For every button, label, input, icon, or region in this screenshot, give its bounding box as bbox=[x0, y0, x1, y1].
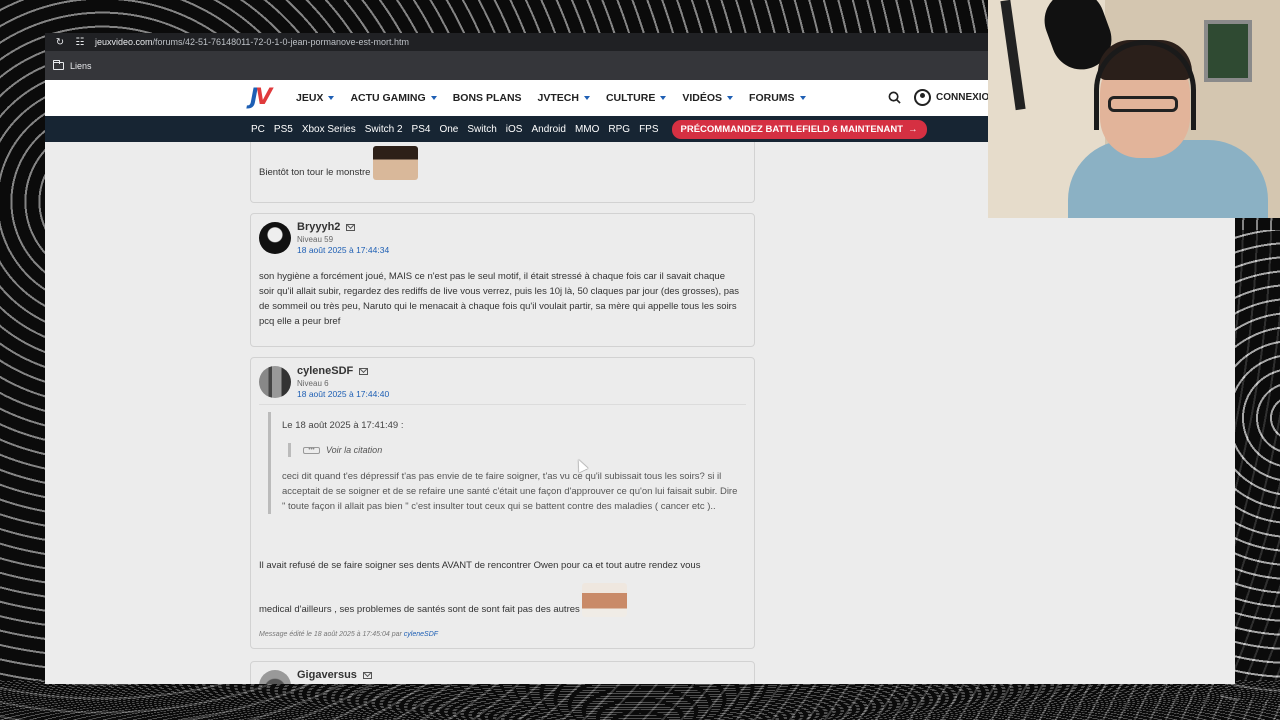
platform-switch-2[interactable]: Switch 2 bbox=[365, 124, 403, 135]
sticker-image bbox=[373, 146, 419, 180]
nav-jvtech[interactable]: JVTECH bbox=[538, 92, 590, 104]
forum-post: Gigaversus bbox=[250, 661, 755, 684]
platform-android[interactable]: Android bbox=[531, 124, 565, 135]
quote-header: Le 18 août 2025 à 17:41:49 : bbox=[282, 420, 404, 431]
nav-jeux[interactable]: JEUX bbox=[296, 92, 335, 104]
background-pattern-bottom bbox=[0, 680, 1280, 720]
site-info-icon[interactable]: ☷ bbox=[75, 37, 85, 48]
nav-culture[interactable]: CULTURE bbox=[606, 92, 667, 104]
arrow-right-icon: → bbox=[908, 123, 918, 135]
author-level: Niveau 6 bbox=[297, 379, 329, 388]
forum-post: Bientôt ton tour le monstre bbox=[250, 142, 755, 203]
platform-switch[interactable]: Switch bbox=[467, 124, 496, 135]
sticker-image bbox=[582, 583, 628, 617]
reload-icon[interactable]: ↻ bbox=[55, 37, 65, 48]
chevron-down-icon bbox=[430, 96, 437, 100]
chevron-down-icon bbox=[799, 96, 806, 100]
bookmark-folder-links[interactable]: Liens bbox=[70, 61, 92, 71]
platform-ps5[interactable]: PS5 bbox=[274, 124, 293, 135]
forum-post: cyleneSDF Niveau 6 18 août 2025 à 17:44:… bbox=[250, 357, 755, 649]
platform-pc[interactable]: PC bbox=[251, 124, 265, 135]
chevron-down-icon bbox=[660, 96, 667, 100]
account-button[interactable]: CONNEXION bbox=[914, 89, 997, 106]
quote-text: ceci dit quand t'es dépressif t'as pas e… bbox=[282, 471, 738, 512]
forum-content: Bientôt ton tour le monstre Bryyyh2 Nive… bbox=[45, 142, 1235, 684]
main-nav: JEUX ACTU GAMING BONS PLANS JVTECH CULTU… bbox=[296, 80, 806, 116]
platform-xbox-series[interactable]: Xbox Series bbox=[302, 124, 356, 135]
nested-quote[interactable]: ••• Voir la citation bbox=[288, 443, 743, 457]
platform-mmo[interactable]: MMO bbox=[575, 124, 599, 135]
quote-block: Le 18 août 2025 à 17:41:49 : ••• Voir la… bbox=[268, 412, 743, 514]
see-quote-link[interactable]: Voir la citation bbox=[326, 445, 382, 455]
divider bbox=[259, 404, 746, 405]
edit-note: Message édité le 18 août 2025 à 17:45:04… bbox=[259, 631, 439, 638]
edit-user-link[interactable]: cyleneSDF bbox=[404, 631, 438, 638]
post-date[interactable]: 18 août 2025 à 17:44:40 bbox=[297, 389, 389, 399]
webcam-overlay bbox=[988, 0, 1280, 218]
promo-button[interactable]: PRÉCOMMANDEZ BATTLEFIELD 6 MAINTENANT → bbox=[671, 119, 927, 139]
user-icon bbox=[914, 89, 931, 106]
platform-one[interactable]: One bbox=[439, 124, 458, 135]
mail-icon[interactable] bbox=[362, 671, 372, 679]
avatar[interactable] bbox=[259, 670, 291, 684]
webcam-headset bbox=[1094, 40, 1196, 130]
post-body: son hygiène a forcément joué, MAIS ce n'… bbox=[259, 271, 740, 327]
nav-actu-gaming[interactable]: ACTU GAMING bbox=[350, 92, 437, 104]
chevron-down-icon bbox=[583, 96, 590, 100]
post-author[interactable]: Bryyyh2 bbox=[297, 221, 356, 233]
folder-icon bbox=[53, 59, 64, 70]
mail-icon[interactable] bbox=[346, 223, 356, 231]
platform-ps4[interactable]: PS4 bbox=[412, 124, 431, 135]
url-text[interactable]: jeuxvideo.com/forums/42-51-76148011-72-0… bbox=[95, 37, 409, 47]
nav-videos[interactable]: VIDÉOS bbox=[682, 92, 734, 104]
chevron-down-icon bbox=[328, 96, 335, 100]
search-icon[interactable] bbox=[888, 91, 901, 104]
avatar[interactable] bbox=[259, 222, 291, 254]
post-author[interactable]: Gigaversus bbox=[297, 669, 372, 681]
forum-post: Bryyyh2 Niveau 59 18 août 2025 à 17:44:3… bbox=[250, 213, 755, 347]
post-date[interactable]: 18 août 2025 à 17:44:34 bbox=[297, 245, 389, 255]
ellipsis-icon[interactable]: ••• bbox=[303, 446, 320, 454]
nav-bons-plans[interactable]: BONS PLANS bbox=[453, 92, 522, 104]
post-body: Il avait refusé de se faire soigner ses … bbox=[259, 560, 701, 617]
webcam-picture-frame bbox=[1204, 20, 1252, 82]
mail-icon[interactable] bbox=[359, 367, 369, 375]
platform-fps[interactable]: FPS bbox=[639, 124, 658, 135]
chevron-down-icon bbox=[727, 96, 734, 100]
platform-rpg[interactable]: RPG bbox=[608, 124, 630, 135]
author-level: Niveau 59 bbox=[297, 235, 334, 244]
post-author[interactable]: cyleneSDF bbox=[297, 365, 369, 377]
platform-ios[interactable]: iOS bbox=[506, 124, 523, 135]
post-body: Bientôt ton tour le monstre bbox=[259, 146, 419, 180]
nav-forums[interactable]: FORUMS bbox=[749, 92, 806, 104]
jv-logo[interactable]: JV bbox=[250, 86, 280, 109]
avatar[interactable] bbox=[259, 366, 291, 398]
